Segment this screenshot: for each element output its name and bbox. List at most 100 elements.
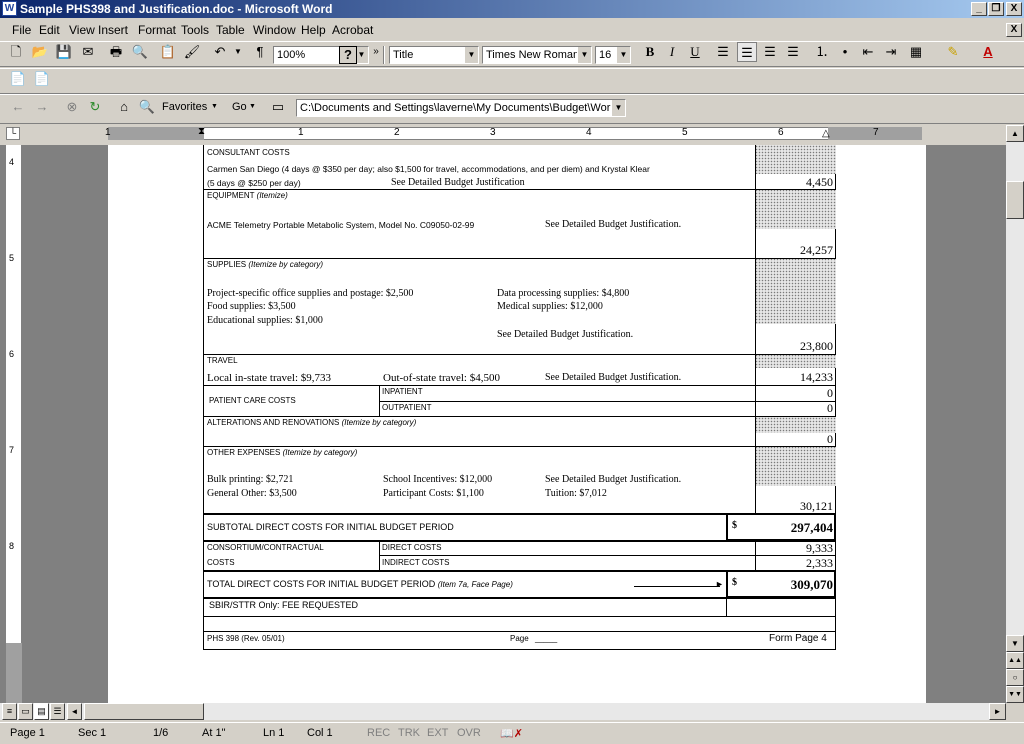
numbered-list-icon[interactable]: ⒈ (812, 42, 832, 62)
minimize-button[interactable]: _ (971, 2, 987, 16)
convert-to-pdf-icon[interactable]: 📄 (8, 69, 28, 89)
menu-view[interactable]: View (69, 23, 95, 37)
paste-icon[interactable]: 📋 (158, 42, 178, 62)
chevron-down-icon[interactable]: ▼ (249, 103, 256, 110)
spelling-status-icon[interactable]: 📖✗ (500, 727, 523, 740)
horizontal-scrollbar[interactable]: ≡ ▭ ▤ ☰ ◄ ► (0, 703, 1006, 720)
help-icon[interactable]: ? (339, 46, 357, 64)
style-combo[interactable]: Title ▼ (389, 46, 479, 64)
font-size-combo[interactable]: 16 ▼ (595, 46, 631, 64)
previous-page-icon[interactable]: ▲▲ (1006, 652, 1024, 669)
show-formatting-icon[interactable]: ¶ (250, 42, 270, 62)
menu-tools[interactable]: Tools (181, 23, 209, 37)
close-button[interactable]: X (1006, 2, 1022, 16)
forward-arrow-icon[interactable]: → (32, 97, 52, 117)
chevron-down-icon[interactable]: ▼ (577, 47, 591, 63)
font-color-icon[interactable]: A (978, 42, 998, 62)
document-close-button[interactable]: X (1006, 23, 1022, 37)
print-icon[interactable]: 🖶 (106, 42, 126, 62)
scroll-down-icon[interactable]: ▼ (1006, 635, 1024, 652)
select-browse-object-icon[interactable]: ○ (1006, 669, 1024, 686)
show-only-web-toolbar-icon[interactable]: ▭ (268, 97, 288, 117)
web-layout-view-icon[interactable]: ▭ (18, 703, 33, 720)
highlight-icon[interactable]: ✎ (943, 42, 963, 62)
bold-button[interactable]: B (640, 42, 660, 62)
vertical-ruler: 4 5 6 7 8 (6, 145, 22, 703)
align-right-icon[interactable]: ☰ (760, 42, 780, 62)
decrease-indent-icon[interactable]: ⇤ (858, 42, 878, 62)
budget-form: CONSULTANT COSTS Carmen San Diego (4 day… (203, 145, 836, 650)
word-app-icon[interactable]: W (2, 1, 17, 16)
menu-help[interactable]: Help (301, 23, 326, 37)
go-menu[interactable]: Go (232, 101, 247, 113)
restore-button[interactable]: ❐ (988, 2, 1004, 16)
consultant-justification: See Detailed Budget Justification (391, 177, 525, 188)
next-page-icon[interactable]: ▼▼ (1006, 686, 1024, 703)
scroll-right-icon[interactable]: ► (989, 703, 1006, 720)
shaded-cell (755, 446, 836, 486)
undo-dropdown-icon[interactable]: ▼ (228, 42, 248, 62)
print-preview-icon[interactable]: 🔍 (130, 42, 150, 62)
undo-icon[interactable]: ↶ (210, 42, 230, 62)
underline-button[interactable]: U (685, 42, 705, 62)
back-arrow-icon[interactable]: ← (8, 97, 28, 117)
refresh-icon[interactable]: ↻ (85, 97, 105, 117)
new-document-icon[interactable]: 🗋 (6, 42, 26, 62)
address-bar[interactable]: C:\Documents and Settings\laverne\My Doc… (296, 99, 626, 117)
tab-selector[interactable]: └ (6, 127, 20, 140)
scroll-up-icon[interactable]: ▲ (1006, 125, 1024, 142)
status-rec[interactable]: REC (367, 727, 390, 739)
chevron-down-icon[interactable]: ▼ (616, 47, 630, 63)
favorites-menu[interactable]: Favorites (162, 101, 207, 113)
outline-view-icon[interactable]: ☰ (50, 703, 65, 720)
menu-format[interactable]: Format (138, 23, 176, 37)
scroll-thumb[interactable] (1006, 181, 1024, 219)
align-center-icon[interactable]: ☰ (737, 42, 757, 62)
bulleted-list-icon[interactable]: • (835, 42, 855, 62)
align-left-icon[interactable]: ☰ (713, 42, 733, 62)
status-ext[interactable]: EXT (427, 727, 448, 739)
stop-icon[interactable]: ⊗ (62, 97, 82, 117)
indent-marker[interactable]: ⧗ (198, 126, 205, 137)
increase-indent-icon[interactable]: ⇥ (881, 42, 901, 62)
save-icon[interactable]: 💾 (54, 42, 74, 62)
justify-icon[interactable]: ☰ (783, 42, 803, 62)
vertical-scrollbar[interactable]: ▲ ▼ ▲▲ ○ ▼▼ (1006, 125, 1024, 703)
alterations-note: (Itemize by category) (341, 418, 417, 427)
menu-acrobat[interactable]: Acrobat (332, 23, 373, 37)
menu-edit[interactable]: Edit (39, 23, 60, 37)
status-trk[interactable]: TRK (398, 727, 420, 739)
font-combo[interactable]: Times New Roman ▼ (482, 46, 592, 64)
menu-window[interactable]: Window (253, 23, 296, 37)
status-ovr[interactable]: OVR (457, 727, 481, 739)
italic-button[interactable]: I (662, 42, 682, 62)
convert-and-email-pdf-icon[interactable]: 📄 (32, 69, 52, 89)
right-indent-marker[interactable]: △ (822, 128, 830, 139)
normal-view-icon[interactable]: ≡ (2, 703, 17, 720)
open-folder-icon[interactable]: 📂 (30, 42, 50, 62)
consultant-line-1: Carmen San Diego (4 days @ $350 per day;… (207, 164, 650, 174)
format-painter-icon[interactable]: 🖌 (182, 42, 202, 62)
menu-insert[interactable]: Insert (98, 23, 128, 37)
window-title: Sample PHS398 and Justification.doc - Mi… (20, 2, 333, 16)
document-workspace: 4 5 6 7 8 CONSULTANT COSTS Carmen San Di… (0, 145, 1006, 703)
menu-file[interactable]: File (12, 23, 31, 37)
borders-icon[interactable]: ▦ (906, 42, 926, 62)
hscroll-thumb[interactable] (84, 703, 204, 720)
ruler-number: 4 (9, 157, 15, 167)
document-page[interactable]: CONSULTANT COSTS Carmen San Diego (4 day… (108, 145, 926, 703)
chevron-down-icon[interactable]: ▼ (211, 103, 218, 110)
chevron-down-icon[interactable]: ▼ (611, 100, 625, 116)
chevron-down-icon[interactable]: ▼ (464, 47, 478, 63)
patient-heading: PATIENT CARE COSTS (209, 396, 296, 405)
print-layout-view-icon[interactable]: ▤ (34, 703, 49, 720)
consortium-direct-amount: 9,333 (806, 541, 833, 555)
table-divider (204, 416, 836, 417)
horizontal-ruler: └ 1 1 2 3 4 5 6 7 ⧗ △ (0, 125, 1024, 143)
ruler-track[interactable] (108, 127, 922, 140)
home-icon[interactable]: ⌂ (114, 97, 134, 117)
search-web-icon[interactable]: 🔍 (137, 97, 157, 117)
menu-table[interactable]: Table (216, 23, 245, 37)
email-icon[interactable]: ✉ (78, 42, 98, 62)
scroll-left-icon[interactable]: ◄ (67, 703, 82, 720)
